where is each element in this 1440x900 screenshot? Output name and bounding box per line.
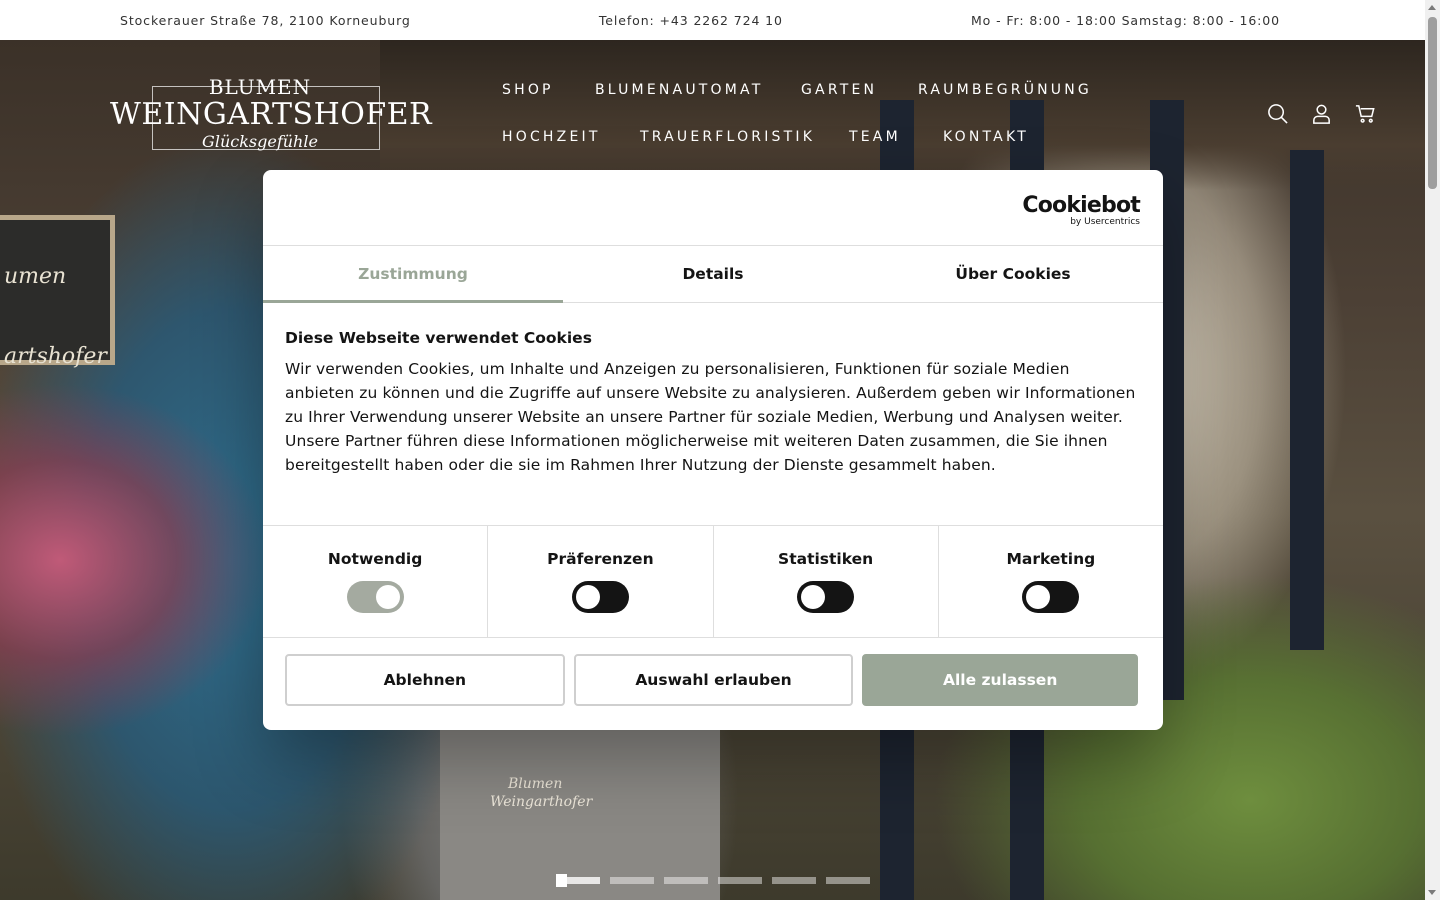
consent-buttons: Ablehnen Auswahl erlauben Alle zulassen xyxy=(263,638,1163,706)
category-praeferenzen: Präferenzen xyxy=(488,526,714,637)
category-marketing: Marketing xyxy=(939,526,1163,637)
opening-hours-text: Mo - Fr: 8:00 - 18:00 Samstag: 8:00 - 16… xyxy=(970,12,1280,28)
phone-text[interactable]: Telefon: +43 2262 724 10 xyxy=(599,13,783,28)
slider-pagination xyxy=(556,874,870,887)
hero-apron-line-2: Weingarthofer xyxy=(490,794,593,810)
allow-all-button[interactable]: Alle zulassen xyxy=(862,654,1139,706)
toggle-praeferenzen[interactable] xyxy=(571,581,629,613)
nav-item-hochzeit[interactable]: HOCHZEIT xyxy=(502,129,601,145)
slide-dot[interactable] xyxy=(556,874,600,887)
slide-dot[interactable] xyxy=(664,877,708,884)
consent-body: Diese Webseite verwendet Cookies Wir ver… xyxy=(263,303,1163,525)
header-actions xyxy=(1266,102,1377,125)
toggle-knob xyxy=(1026,585,1051,609)
cookiebot-brand-sub: by Usercentrics xyxy=(1070,217,1140,227)
cookiebot-logo[interactable]: Cookiebot by Usercentrics xyxy=(1022,193,1140,228)
tab-zustimmung[interactable]: Zustimmung xyxy=(263,246,563,303)
top-info-bar: Stockerauer Straße 78, 2100 Korneuburg T… xyxy=(0,0,1425,40)
consent-text: Wir verwenden Cookies, um Inhalte und An… xyxy=(285,360,1136,474)
hero-apron-line-1: Blumen xyxy=(508,776,563,792)
deny-button[interactable]: Ablehnen xyxy=(285,654,565,706)
toggle-statistiken[interactable] xyxy=(797,581,855,613)
toggle-notwendig xyxy=(346,581,404,613)
cart-icon[interactable] xyxy=(1354,102,1377,125)
slide-dot[interactable] xyxy=(718,877,762,884)
category-notwendig: Notwendig xyxy=(263,526,489,637)
tab-details[interactable]: Details xyxy=(563,246,863,302)
scrollbar-thumb[interactable] xyxy=(1428,17,1437,189)
address-text: Stockerauer Straße 78, 2100 Korneuburg xyxy=(120,12,411,28)
category-statistiken: Statistiken xyxy=(714,526,939,637)
toggle-marketing[interactable] xyxy=(1022,581,1080,613)
search-icon[interactable] xyxy=(1266,102,1289,125)
slide-dot[interactable] xyxy=(610,877,654,884)
toggle-knob xyxy=(375,585,400,609)
nav-item-kontakt[interactable]: KONTAKT xyxy=(943,129,1029,145)
nav-item-blumenautomat[interactable]: BLUMENAUTOMAT xyxy=(595,82,763,98)
nav-item-trauerfloristik[interactable]: TRAUERFLORISTIK xyxy=(640,129,815,145)
nav-item-raumbegruenung[interactable]: RAUMBEGRÜNUNG xyxy=(918,82,1092,98)
toggle-knob xyxy=(575,585,600,609)
nav-item-team[interactable]: TEAM xyxy=(849,129,901,145)
account-icon[interactable] xyxy=(1310,102,1333,125)
slide-dot[interactable] xyxy=(826,877,870,884)
hero-post xyxy=(1290,150,1324,650)
allow-selection-button[interactable]: Auswahl erlauben xyxy=(573,654,854,706)
cookiebot-brand: Cookiebot xyxy=(1022,193,1140,218)
consent-categories: Notwendig Präferenzen Statistiken Market… xyxy=(263,525,1163,638)
category-label: Notwendig xyxy=(327,550,423,568)
toggle-knob xyxy=(801,585,826,609)
consent-heading: Diese Webseite verwendet Cookies xyxy=(285,329,592,347)
dialog-header: Cookiebot by Usercentrics xyxy=(263,170,1163,246)
hero-apron-text: Blumen Weingarthofer xyxy=(490,775,592,811)
page-scrollbar[interactable] xyxy=(1425,0,1440,900)
category-label: Marketing xyxy=(1006,550,1096,568)
category-label: Statistiken xyxy=(778,550,874,568)
nav-item-shop[interactable]: SHOP xyxy=(502,82,554,98)
hero-sign-line-2: artshofer xyxy=(4,344,107,369)
nav-item-garten[interactable]: GARTEN xyxy=(801,82,877,98)
scroll-up-arrow-icon[interactable] xyxy=(1428,5,1436,10)
tab-ueber-cookies[interactable]: Über Cookies xyxy=(863,246,1163,302)
dialog-tabs: Zustimmung Details Über Cookies xyxy=(263,246,1163,303)
slide-dot[interactable] xyxy=(772,877,816,884)
hero-shop-sign: umen artshofer xyxy=(0,215,115,369)
scroll-down-arrow-icon[interactable] xyxy=(1428,890,1436,895)
cookie-consent-dialog: Cookiebot by Usercentrics Zustimmung Det… xyxy=(263,170,1163,730)
hero-sign-line-1: umen xyxy=(4,264,67,289)
logo-frame xyxy=(152,86,380,150)
category-label: Präferenzen xyxy=(547,550,654,568)
site-logo[interactable]: BLUMEN WEINGARTSHOFER Glücksgefühle xyxy=(110,76,432,166)
